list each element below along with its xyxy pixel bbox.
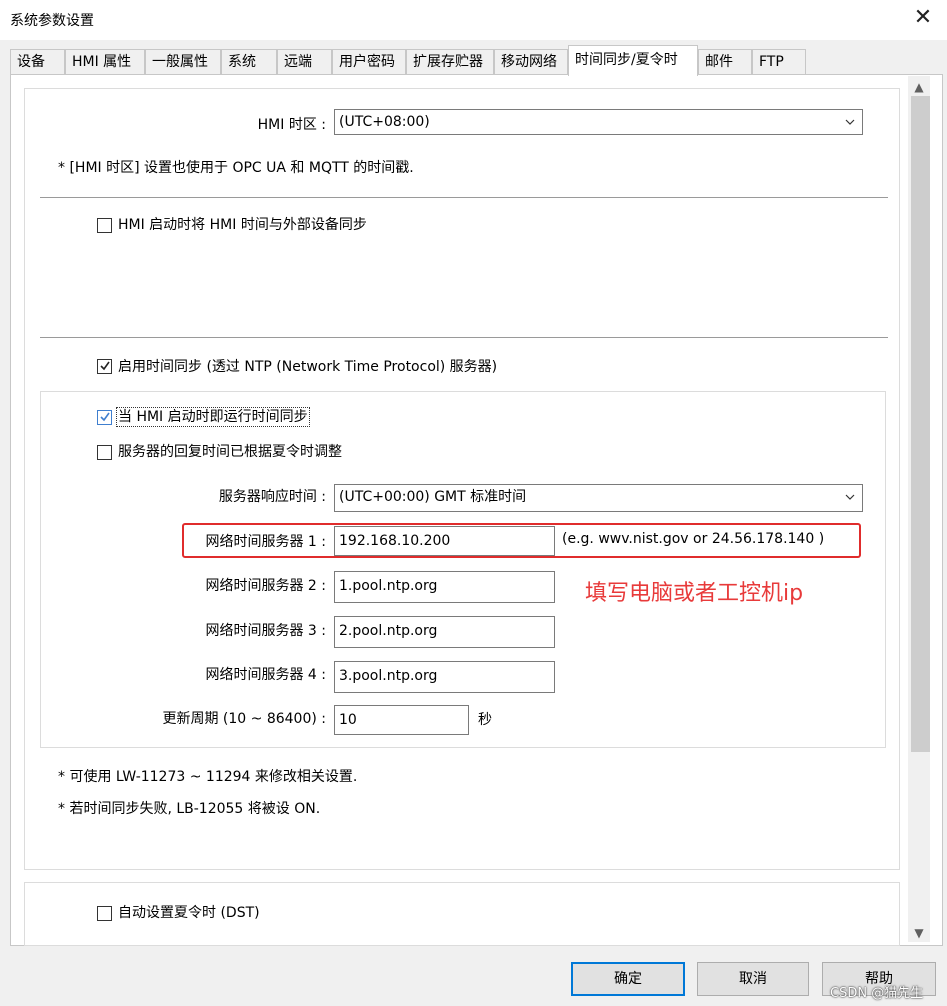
enable-ntp-label: 启用时间同步 (透过 NTP (Network Time Protocol) 服… (118, 359, 498, 375)
chevron-down-icon (845, 494, 855, 500)
tab-user-password[interactable]: 用户密码 (332, 49, 406, 75)
tab-device[interactable]: 设备 (10, 49, 65, 75)
checkmark-icon (100, 361, 110, 371)
note-lb: * 若时间同步失败, LB-12055 将被设 ON. (58, 801, 321, 817)
ntp-server-4-label: 网络时间服务器 4 : (205, 667, 326, 683)
scroll-up-icon[interactable]: ▲ (908, 77, 930, 97)
dst-adjusted-checkbox[interactable] (97, 445, 112, 460)
ntp-server-4-input[interactable]: 3.pool.ntp.org (334, 661, 555, 693)
update-period-label: 更新周期 (10 ~ 86400) : (162, 711, 326, 727)
ntp-server-2-label: 网络时间服务器 2 : (205, 578, 326, 594)
annotation-note: 填写电脑或者工控机ip (585, 581, 804, 606)
checkmark-icon (100, 412, 110, 422)
tab-ftp[interactable]: FTP (752, 49, 806, 75)
sync-external-label: HMI 启动时将 HMI 时间与外部设备同步 (118, 217, 367, 233)
timezone-label: HMI 时区 : (257, 117, 326, 133)
sync-external-checkbox[interactable] (97, 218, 112, 233)
dst-adjusted-label: 服务器的回复时间已根据夏令时调整 (118, 444, 342, 460)
title-bar (0, 0, 947, 40)
auto-dst-label: 自动设置夏令时 (DST) (118, 905, 260, 921)
watermark: CSDN @猫先生 (830, 986, 924, 1001)
run-on-startup-checkbox[interactable] (97, 410, 112, 425)
response-time-label: 服务器响应时间 : (218, 489, 326, 505)
tab-strip: 设备 HMI 属性 一般属性 系统 远端 用户密码 扩展存贮器 移动网络 时间同… (10, 45, 810, 76)
timezone-note: * [HMI 时区] 设置也使用于 OPC UA 和 MQTT 的时间戳. (58, 160, 414, 176)
tab-system[interactable]: 系统 (221, 49, 277, 75)
ntp-server-3-input[interactable]: 2.pool.ntp.org (334, 616, 555, 648)
auto-dst-checkbox[interactable] (97, 906, 112, 921)
note-lw: * 可使用 LW-11273 ~ 11294 来修改相关设置. (58, 769, 358, 785)
tab-mobile-network[interactable]: 移动网络 (494, 49, 568, 75)
ntp-server-example: (e.g. wwv.nist.gov or 24.56.178.140 ) (562, 531, 825, 547)
ntp-server-1-label: 网络时间服务器 1 : (205, 534, 326, 550)
window-title: 系统参数设置 (10, 13, 94, 29)
ntp-server-1-input[interactable]: 192.168.10.200 (334, 526, 555, 556)
update-period-unit: 秒 (478, 712, 492, 728)
tab-remote[interactable]: 远端 (277, 49, 332, 75)
enable-ntp-checkbox[interactable] (97, 359, 112, 374)
scroll-thumb[interactable] (911, 96, 930, 752)
response-time-select[interactable]: (UTC+00:00) GMT 标准时间 (334, 484, 863, 512)
divider (40, 197, 888, 198)
update-period-input[interactable]: 10 (334, 705, 469, 735)
timezone-value: (UTC+08:00) (339, 114, 430, 130)
tab-general-properties[interactable]: 一般属性 (145, 49, 221, 75)
close-icon[interactable]: ✕ (910, 4, 936, 32)
tab-hmi-properties[interactable]: HMI 属性 (65, 49, 145, 75)
tab-extended-storage[interactable]: 扩展存贮器 (406, 49, 494, 75)
response-time-value: (UTC+00:00) GMT 标准时间 (339, 489, 527, 505)
tab-email[interactable]: 邮件 (698, 49, 752, 75)
scroll-down-icon[interactable]: ▼ (908, 923, 930, 943)
tab-time-sync-dst[interactable]: 时间同步/夏令时 (568, 45, 698, 76)
ntp-server-2-input[interactable]: 1.pool.ntp.org (334, 571, 555, 603)
divider (40, 337, 888, 338)
ntp-server-3-label: 网络时间服务器 3 : (205, 623, 326, 639)
ok-button[interactable]: 确定 (571, 962, 685, 996)
timezone-select[interactable]: (UTC+08:00) (334, 109, 863, 135)
chevron-down-icon (845, 119, 855, 125)
cancel-button[interactable]: 取消 (697, 962, 809, 996)
run-on-startup-label: 当 HMI 启动时即运行时间同步 (116, 407, 310, 427)
